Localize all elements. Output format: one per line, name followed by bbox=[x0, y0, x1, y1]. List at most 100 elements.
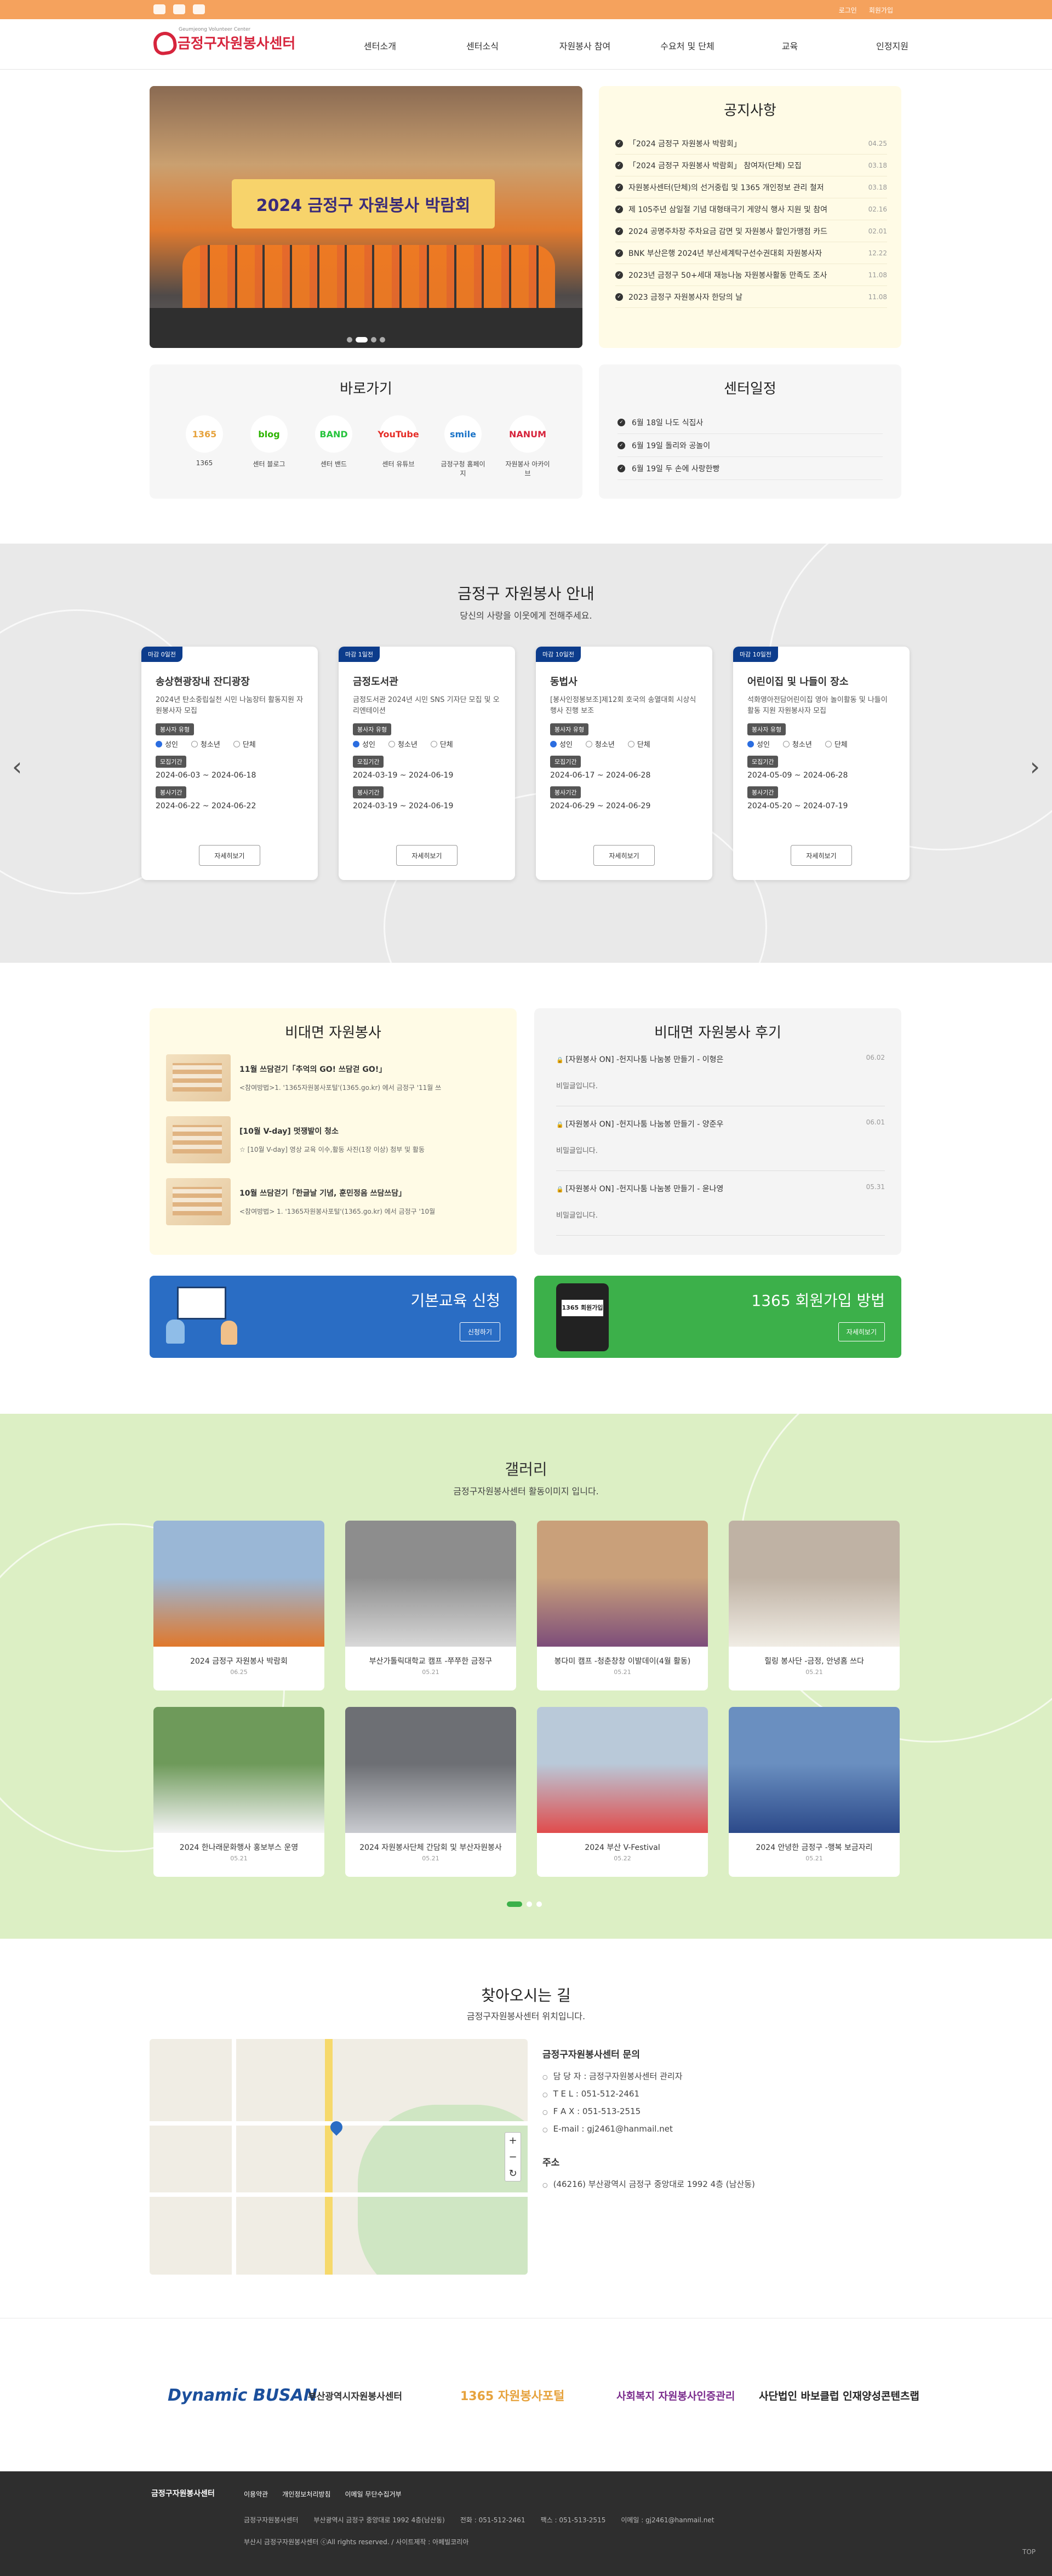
slider-dots bbox=[347, 337, 385, 342]
gallery-dot[interactable] bbox=[527, 1901, 532, 1907]
schedule-title: 센터일정 bbox=[724, 381, 776, 397]
notice-item[interactable]: ✓ 2024 공명주차장 주차요금 감면 및 자원봉사 할인가맹점 카드 02.01 bbox=[615, 220, 887, 242]
schedule-item[interactable]: ✓ 6월 19일 두 손에 사랑한빵 bbox=[618, 457, 883, 480]
gallery-card[interactable]: 부산가톨릭대학교 캠프 -쭈쭈한 금정구 05.21 bbox=[345, 1521, 516, 1690]
contactless-item[interactable]: 10월 쓰담걷기「한글날 기념, 훈민정음 쓰담쓰담」 <참여방법> 1. '13… bbox=[166, 1175, 500, 1227]
nav-demand[interactable]: 수요처 및 단체 bbox=[636, 39, 739, 52]
education-banner[interactable]: 기본교육 신청 신청하기 bbox=[150, 1276, 517, 1358]
gallery-card[interactable]: 봉다미 캠프 -청춘창창 이발데이(4월 활동) 05.21 bbox=[537, 1521, 708, 1690]
location-map[interactable]: + − ↻ bbox=[150, 2039, 528, 2275]
detail-button[interactable]: 자세히보기 bbox=[396, 845, 458, 866]
partner-1365[interactable]: 1365 자원봉사포털 bbox=[460, 2373, 564, 2417]
partner-babo-club[interactable]: 사단법인 바보클럽 인재양성콘텐츠랩 bbox=[759, 2373, 919, 2417]
review-item[interactable]: 🔒 [자원봉사 ON] -헌지나툼 나눔봉 만들기 - 이형은 06.02 비밀글입… bbox=[556, 1054, 885, 1106]
schedule-text: 6월 19일 두 손에 사랑한빵 bbox=[632, 464, 720, 473]
type-radio[interactable]: 청소년 bbox=[388, 739, 418, 749]
notice-item[interactable]: ✓ 2023년 금정구 50+세대 재능나눔 자원봉사활동 만족도 조사 11.08 bbox=[615, 264, 887, 286]
education-apply-button[interactable]: 신청하기 bbox=[459, 1322, 500, 1341]
login-link[interactable]: 로그인 bbox=[839, 5, 857, 15]
zoom-out-icon[interactable]: − bbox=[505, 2149, 521, 2166]
next-arrow-icon[interactable]: › bbox=[1030, 752, 1040, 781]
nav-about[interactable]: 센터소개 bbox=[329, 39, 431, 52]
contactless-item[interactable]: 11월 쓰담걷기「추억의 GO! 쓰담걷 GO!」 <참여방법>1. '1365자… bbox=[166, 1052, 500, 1104]
partner-busan-volunteer[interactable]: 부산광역시자원봉사센터 bbox=[308, 2373, 402, 2417]
recruit-period-tag: 모집기간 bbox=[747, 756, 779, 768]
join-guide-banner[interactable]: 1365 회원가입 1365 회원가입 방법 자세히보기 bbox=[534, 1276, 901, 1358]
notice-item[interactable]: ✓ 2023 금정구 자원봉사자 한당의 날 11.08 bbox=[615, 286, 887, 308]
review-date: 06.02 bbox=[866, 1054, 885, 1061]
detail-button[interactable]: 자세히보기 bbox=[593, 845, 655, 866]
privacy-link[interactable]: 개인정보처리방침 bbox=[282, 2489, 330, 2499]
deadline-badge: 마감 1일전 bbox=[339, 647, 380, 662]
youtube-icon[interactable] bbox=[153, 4, 165, 14]
gallery-photo bbox=[153, 1521, 324, 1647]
education-banner-title: 기본교육 신청 bbox=[410, 1292, 500, 1310]
contactless-item[interactable]: [10월 V-day] 멋쟁발이 청소 ☆ [10월 V-day] 영상 교육 이… bbox=[166, 1113, 500, 1166]
review-item[interactable]: 🔒 [자원봉사 ON] -헌지나툼 나눔봉 만들기 - 윤나영 05.31 비밀글입… bbox=[556, 1183, 885, 1236]
nav-education[interactable]: 교육 bbox=[739, 39, 841, 52]
slider-dot[interactable] bbox=[371, 337, 376, 342]
hero-slider[interactable]: 2024 금정구 자원봉사 박람회 bbox=[150, 86, 582, 348]
quick-link-item[interactable]: smile 금정구청 홈페이지 bbox=[438, 415, 488, 478]
type-radio[interactable]: 단체 bbox=[233, 739, 256, 749]
gallery-card[interactable]: 힐링 봉사단 -금정, 안녕홈 쓰다 05.21 bbox=[729, 1521, 900, 1690]
email-policy-link[interactable]: 이메일 무단수집거부 bbox=[345, 2489, 402, 2499]
footer-logo: 금정구자원봉사센터 bbox=[151, 2489, 215, 2498]
type-radio[interactable]: 성인 bbox=[353, 739, 375, 749]
reset-icon[interactable]: ↻ bbox=[505, 2166, 521, 2182]
band-icon[interactable] bbox=[193, 4, 205, 14]
type-radio[interactable]: 단체 bbox=[628, 739, 650, 749]
gallery-card[interactable]: 2024 안녕한 금정구 -행복 보금자리 05.21 bbox=[729, 1707, 900, 1877]
nav-recognition[interactable]: 인정지원 bbox=[841, 39, 944, 52]
slider-dot[interactable] bbox=[347, 337, 352, 342]
gallery-card[interactable]: 2024 한나래문화행사 홍보부스 운영 05.21 bbox=[153, 1707, 324, 1877]
contactless-title: 비대면 자원봉사 bbox=[285, 1025, 381, 1041]
slider-dot-active[interactable] bbox=[356, 337, 368, 342]
gallery-card[interactable]: 2024 부산 V-Festival 05.22 bbox=[537, 1707, 708, 1877]
quick-link-item[interactable]: NANUM 자원봉사 아카이브 bbox=[503, 415, 552, 478]
contactless-list: 11월 쓰담걷기「추억의 GO! 쓰담걷 GO!」 <참여방법>1. '1365자… bbox=[150, 1052, 517, 1227]
detail-button[interactable]: 자세히보기 bbox=[199, 845, 260, 866]
join-link[interactable]: 회원가입 bbox=[869, 5, 893, 15]
quick-link-item[interactable]: BAND 센터 밴드 bbox=[309, 415, 358, 478]
quick-link-item[interactable]: blog 센터 블로그 bbox=[244, 415, 294, 478]
type-radio[interactable]: 단체 bbox=[431, 739, 453, 749]
type-radio[interactable]: 성인 bbox=[747, 739, 770, 749]
notice-item[interactable]: ✓ 제 105주년 삼일절 기념 대형태극기 게양식 행사 지원 및 참여 02.1… bbox=[615, 198, 887, 220]
notice-item-title: ✓ BNK 부산은행 2024년 부산세계탁구선수권대회 자원봉사자 bbox=[615, 248, 856, 259]
review-item[interactable]: 🔒 [자원봉사 ON] -헌지나툼 나눔봉 만들기 - 양준우 06.01 비밀글입… bbox=[556, 1118, 885, 1171]
quick-link-item[interactable]: YouTube 센터 유튜브 bbox=[374, 415, 423, 478]
gallery-dot-active[interactable] bbox=[507, 1901, 522, 1907]
detail-button[interactable]: 자세히보기 bbox=[791, 845, 852, 866]
notice-item[interactable]: ✓ 자원봉사센터(단체)의 선거중립 및 1365 개인정보 관리 철저 03.18 bbox=[615, 176, 887, 198]
type-radio[interactable]: 청소년 bbox=[783, 739, 812, 749]
map-zoom-control[interactable]: + − ↻ bbox=[505, 2132, 521, 2181]
gallery-card[interactable]: 2024 자원봉사단체 간담회 및 부산자원봉사 05.21 bbox=[345, 1707, 516, 1877]
gallery-card[interactable]: 2024 금정구 자원봉사 박람회 06.25 bbox=[153, 1521, 324, 1690]
type-radio[interactable]: 청소년 bbox=[586, 739, 615, 749]
notice-item[interactable]: ✓ BNK 부산은행 2024년 부산세계탁구선수권대회 자원봉사자 12.22 bbox=[615, 242, 887, 264]
schedule-item[interactable]: ✓ 6월 19일 돌리와 공놀이 bbox=[618, 434, 883, 457]
slider-dot[interactable] bbox=[380, 337, 385, 342]
scroll-top-button[interactable]: TOP bbox=[1022, 2548, 1036, 2556]
join-guide-more-button[interactable]: 자세히보기 bbox=[838, 1322, 885, 1341]
type-radio[interactable]: 성인 bbox=[550, 739, 573, 749]
nav-news[interactable]: 센터소식 bbox=[431, 39, 534, 52]
terms-link[interactable]: 이용약관 bbox=[244, 2489, 268, 2499]
type-radio[interactable]: 성인 bbox=[156, 739, 178, 749]
nav-participate[interactable]: 자원봉사 참여 bbox=[534, 39, 636, 52]
notice-item[interactable]: ✓ 「2024 금정구 자원봉사 박람회」 참여자(단체) 모집 03.18 bbox=[615, 155, 887, 176]
prev-arrow-icon[interactable]: ‹ bbox=[12, 752, 22, 781]
blog-icon[interactable] bbox=[173, 4, 185, 14]
zoom-in-icon[interactable]: + bbox=[505, 2133, 521, 2149]
partner-welfare[interactable]: 사회복지 자원봉사인증관리 bbox=[616, 2373, 735, 2417]
schedule-item[interactable]: ✓ 6월 18일 나도 식집사 bbox=[618, 411, 883, 434]
partner-dynamic-busan[interactable]: Dynamic BUSAN bbox=[168, 2373, 317, 2417]
gallery-dot[interactable] bbox=[536, 1901, 542, 1907]
review-date: 05.31 bbox=[866, 1183, 885, 1191]
type-radio[interactable]: 단체 bbox=[825, 739, 848, 749]
quick-link-item[interactable]: 1365 1365 bbox=[180, 415, 229, 478]
type-radio[interactable]: 청소년 bbox=[191, 739, 220, 749]
site-logo[interactable]: Geumjeong Volunteer Center 금정구자원봉사센터 bbox=[151, 27, 295, 53]
notice-item[interactable]: ✓ 「2024 금정구 자원봉사 박람회」 04.25 bbox=[615, 133, 887, 155]
